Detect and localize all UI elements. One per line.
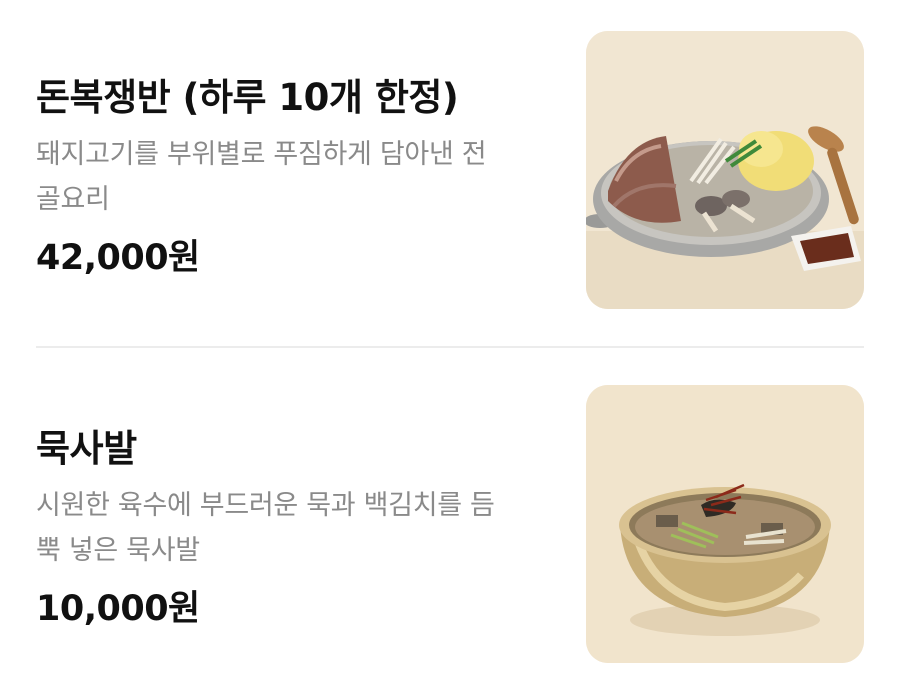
description-line: 골요리 xyxy=(36,184,110,215)
menu-item-name: 돈복쟁반 (하루 10개 한정) xyxy=(36,76,459,119)
menu-item-name: 묵사발 xyxy=(36,427,137,470)
menu-item-donbok-platter[interactable]: 돈복쟁반 (하루 10개 한정) 돼지고기를 부위별로 푸짐하게 담아낸 전 골… xyxy=(0,0,900,309)
hot-pot-platter-illustration xyxy=(586,31,864,309)
menu-item-price: 10,000원 xyxy=(36,589,200,629)
menu-item-description: 돼지고기를 부위별로 푸짐하게 담아낸 전 골요리 xyxy=(36,132,556,222)
acorn-jelly-soup-bowl-photo[interactable] xyxy=(586,385,864,663)
menu-item-info: 묵사발 시원한 육수에 부드러운 묵과 백김치를 듬 뿍 넣은 묵사발 10,0… xyxy=(36,427,556,631)
hot-pot-platter-photo[interactable] xyxy=(586,31,864,309)
acorn-jelly-soup-illustration xyxy=(586,385,864,663)
menu-item-description: 시원한 육수에 부드러운 묵과 백김치를 듬 뿍 넣은 묵사발 xyxy=(36,483,556,573)
description-line: 시원한 육수에 부드러운 묵과 백김치를 듬 xyxy=(36,490,495,521)
description-line: 뿍 넣은 묵사발 xyxy=(36,535,200,566)
menu-item-info: 돈복쟁반 (하루 10개 한정) 돼지고기를 부위별로 푸짐하게 담아낸 전 골… xyxy=(36,76,556,280)
menu-divider xyxy=(36,346,864,348)
menu-item-muksabal[interactable]: 묵사발 시원한 육수에 부드러운 묵과 백김치를 듬 뿍 넣은 묵사발 10,0… xyxy=(0,355,900,663)
description-line: 돼지고기를 부위별로 푸짐하게 담아낸 전 xyxy=(36,139,487,170)
menu-item-price: 42,000원 xyxy=(36,238,200,278)
